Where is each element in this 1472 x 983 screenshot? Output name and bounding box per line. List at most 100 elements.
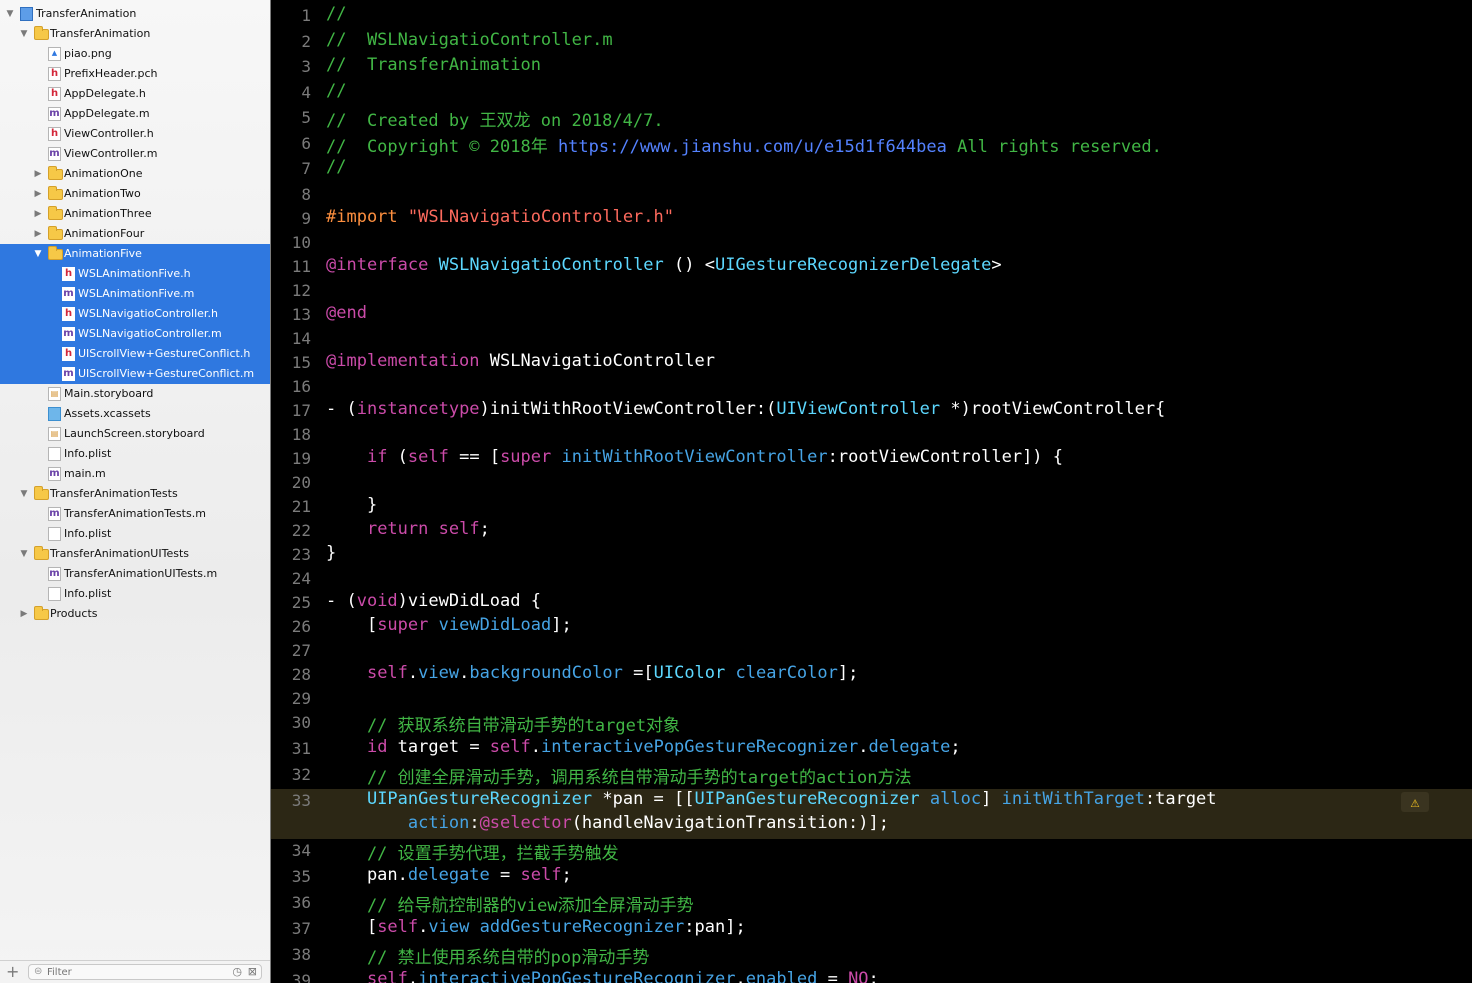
navigator-item[interactable]: ▤ LaunchScreen.storyboard [0, 424, 270, 444]
disclosure-collapsed-icon[interactable]: ▶ [32, 204, 44, 224]
navigator-item[interactable]: Info.plist [0, 524, 270, 544]
code-line[interactable]: 11 @interface WSLNavigatioController () <… [271, 255, 1472, 279]
navigator-item[interactable]: h AppDelegate.h [0, 84, 270, 104]
disclosure-collapsed-icon[interactable]: ▶ [18, 604, 30, 624]
code-line[interactable]: 30 // 获取系统自带滑动手势的target对象 [271, 711, 1472, 737]
objc-file-icon: m [62, 287, 75, 301]
code-line[interactable]: 37 [self.view addGestureRecognizer:pan]; [271, 917, 1472, 943]
code-line[interactable]: 17 - (instancetype)initWithRootViewContro… [271, 399, 1472, 423]
navigator-item-label: WSLNavigatioController.h [78, 307, 218, 320]
navigator-item[interactable]: ▤ Main.storyboard [0, 384, 270, 404]
navigator-item[interactable]: h ViewController.h [0, 124, 270, 144]
navigator-item[interactable]: ▲ piao.png [0, 44, 270, 64]
code-line[interactable]: 35 pan.delegate = self; [271, 865, 1472, 891]
code-line[interactable]: 25 - (void)viewDidLoad { [271, 591, 1472, 615]
warning-icon[interactable]: ⚠ [1401, 792, 1429, 812]
navigator-item[interactable]: ▼ AnimationFive [0, 244, 270, 264]
navigator-item[interactable]: ▶ AnimationTwo [0, 184, 270, 204]
code-line[interactable]: 14 [271, 327, 1472, 351]
disclosure-expanded-icon[interactable]: ▼ [4, 4, 16, 24]
code-line[interactable]: 38 // 禁止使用系统自带的pop滑动手势 [271, 943, 1472, 969]
code-line[interactable]: 24 [271, 567, 1472, 591]
code-line[interactable]: 7 // [271, 157, 1472, 183]
code-line[interactable]: 28 self.view.backgroundColor =[UIColor c… [271, 663, 1472, 687]
recent-files-icon[interactable]: ◷ [232, 965, 242, 978]
navigator-item[interactable]: m AppDelegate.m [0, 104, 270, 124]
navigator-item[interactable]: ▼ TransferAnimationUITests [0, 544, 270, 564]
code-line[interactable]: 22 return self; [271, 519, 1472, 543]
code-line[interactable]: 15 @implementation WSLNavigatioController [271, 351, 1472, 375]
navigator-item[interactable]: m TransferAnimationTests.m [0, 504, 270, 524]
code-line[interactable]: 6 // Copyright © 2018年 https://www.jiansh… [271, 132, 1472, 158]
code-token: :rootViewController]) { [827, 446, 1064, 467]
navigator-item[interactable]: m ViewController.m [0, 144, 270, 164]
code-line[interactable]: 27 [271, 639, 1472, 663]
navigator-item[interactable]: Info.plist [0, 584, 270, 604]
navigator-item[interactable]: m UIScrollView+GestureConflict.m [0, 364, 270, 384]
navigator-item[interactable]: m main.m [0, 464, 270, 484]
code-line[interactable]: 4 // [271, 81, 1472, 107]
filter-input[interactable] [47, 965, 227, 979]
code-line[interactable]: 16 [271, 375, 1472, 399]
disclosure-expanded-icon[interactable]: ▼ [18, 544, 30, 564]
navigator-item[interactable]: ▶ AnimationFour [0, 224, 270, 244]
code-line[interactable]: 2 // WSLNavigatioController.m [271, 30, 1472, 56]
navigator-item-label: Main.storyboard [64, 387, 154, 400]
line-number: 14 [291, 328, 311, 348]
navigator-item[interactable]: ▼ TransferAnimation [0, 24, 270, 44]
navigator-item[interactable]: h WSLNavigatioController.h [0, 304, 270, 324]
code-line[interactable]: 20 [271, 471, 1472, 495]
file-tree: ▼ TransferAnimation ▼ TransferAnimation ▲ pia… [0, 4, 270, 624]
navigator-item[interactable]: ▶ Products [0, 604, 270, 624]
filter-field[interactable]: ⊜ ◷ ⊠ [28, 964, 262, 980]
code-line[interactable]: 23} [271, 543, 1472, 567]
code-line[interactable]: 33 UIPanGestureRecognizer *pan = [[UIPan… [271, 788, 1472, 839]
navigator-item[interactable]: h PrefixHeader.pch [0, 64, 270, 84]
code-line[interactable]: 5 // Created by 王双龙 on 2018/4/7. [271, 106, 1472, 132]
source-editor[interactable]: 1 // 2 // WSLNavigatioController.m 3 // Trans… [271, 0, 1472, 983]
code-line[interactable]: 9 #import "WSLNavigatioController.h" [271, 207, 1472, 231]
code-line[interactable]: 31 id target = self.interactivePopGestur… [271, 737, 1472, 763]
navigator-item[interactable]: Info.plist [0, 444, 270, 464]
disclosure-collapsed-icon[interactable]: ▶ [32, 184, 44, 204]
disclosure-collapsed-icon[interactable]: ▶ [32, 224, 44, 244]
code-line[interactable]: 10 [271, 231, 1472, 255]
navigator-item[interactable]: m TransferAnimationUITests.m [0, 564, 270, 584]
scope-filter-icon[interactable]: ⊠ [248, 965, 257, 978]
disclosure-collapsed-icon[interactable]: ▶ [32, 164, 44, 184]
disclosure-expanded-icon[interactable]: ▼ [18, 484, 30, 504]
code-line[interactable]: 32 // 创建全屏滑动手势，调用系统自带滑动手势的target的action方… [271, 763, 1472, 789]
navigator-item[interactable]: h WSLAnimationFive.h [0, 264, 270, 284]
code-text: // 创建全屏滑动手势，调用系统自带滑动手势的target的action方法 [326, 763, 912, 788]
line-number: 29 [291, 688, 311, 708]
code-line[interactable]: 19 if (self == [super initWithRootViewCo… [271, 447, 1472, 471]
disclosure-expanded-icon[interactable]: ▼ [18, 24, 30, 44]
navigator-item[interactable]: Assets.xcassets [0, 404, 270, 424]
objc-file-icon: m [62, 327, 75, 341]
disclosure-expanded-icon[interactable]: ▼ [32, 244, 44, 264]
line-number: 30 [291, 712, 311, 732]
navigator-item[interactable]: m WSLNavigatioController.m [0, 324, 270, 344]
navigator-item[interactable]: ▼ TransferAnimation [0, 4, 270, 24]
navigator-item[interactable]: ▶ AnimationThree [0, 204, 270, 224]
code-line[interactable]: 34 // 设置手势代理，拦截手势触发 [271, 839, 1472, 865]
code-line[interactable]: 21 } [271, 495, 1472, 519]
code-line[interactable]: 36 // 给导航控制器的view添加全屏滑动手势 [271, 891, 1472, 917]
navigator-item[interactable]: h UIScrollView+GestureConflict.h [0, 344, 270, 364]
code-line[interactable]: 13 @end [271, 303, 1472, 327]
navigator-item[interactable]: ▼ TransferAnimationTests [0, 484, 270, 504]
navigator-item[interactable]: m WSLAnimationFive.m [0, 284, 270, 304]
code-line[interactable]: 18 [271, 423, 1472, 447]
navigator-item-label: AppDelegate.m [64, 107, 150, 120]
code-line[interactable]: 12 [271, 279, 1472, 303]
code-line[interactable]: 8 [271, 183, 1472, 207]
code-line[interactable]: 39 self.interactivePopGestureRecognizer.… [271, 969, 1472, 983]
code-line[interactable]: 3 // TransferAnimation [271, 55, 1472, 81]
navigator-item[interactable]: ▶ AnimationOne [0, 164, 270, 184]
add-icon[interactable]: + [6, 962, 19, 982]
code-line[interactable]: 1 // [271, 4, 1472, 30]
line-number: 20 [291, 472, 311, 492]
code-line[interactable]: 29 [271, 687, 1472, 711]
code-line[interactable]: 26 [super viewDidLoad]; [271, 615, 1472, 639]
code-text: id target = self.interactivePopGestureRe… [326, 737, 961, 757]
